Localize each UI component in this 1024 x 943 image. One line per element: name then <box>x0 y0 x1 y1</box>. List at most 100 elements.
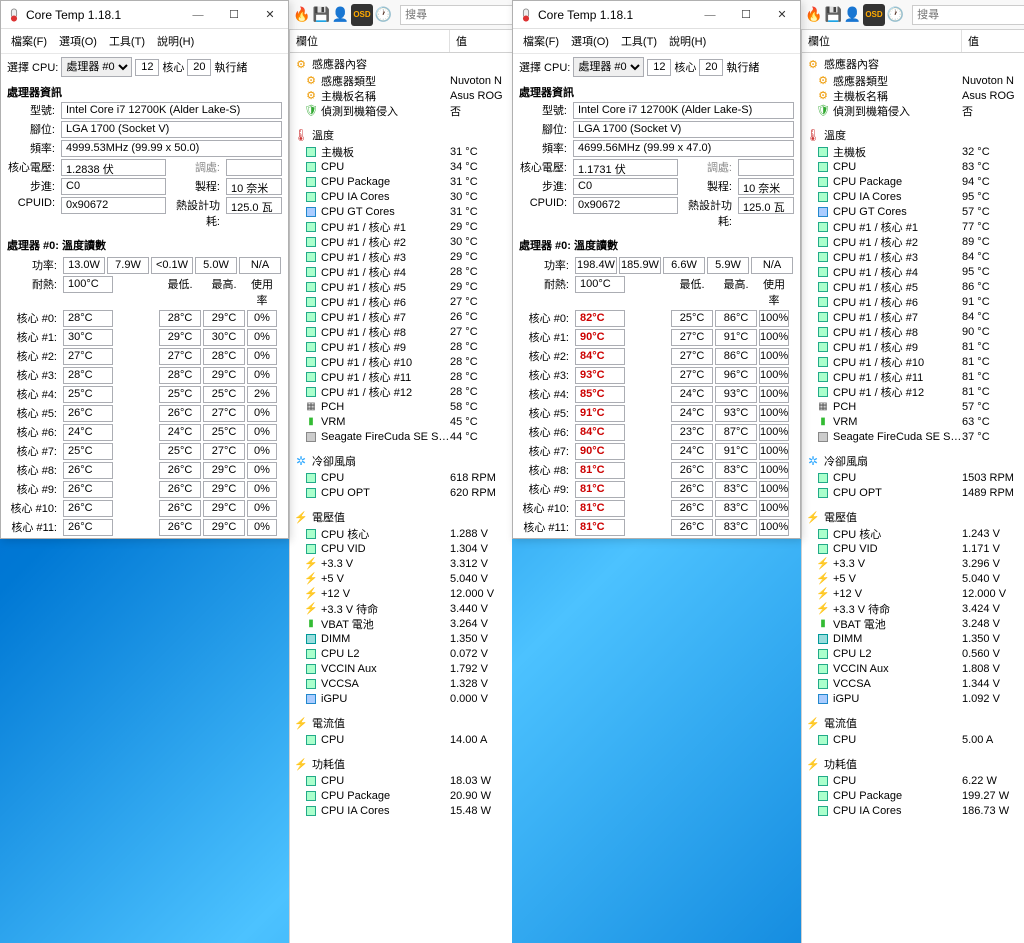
tree-item[interactable]: CPU Package31 °C <box>290 174 512 189</box>
tree-item[interactable]: CPU OPT1489 RPM <box>802 485 1024 500</box>
minimize-button[interactable]: — <box>692 2 728 28</box>
menu-file[interactable]: 檔案(F) <box>5 31 53 51</box>
tree-item[interactable]: CPU #1 / 核心 #1228 °C <box>290 384 512 399</box>
tree-item[interactable]: CPU IA Cores30 °C <box>290 189 512 204</box>
maximize-button[interactable]: ☐ <box>216 2 252 28</box>
tree-item[interactable]: CPU IA Cores15.48 W <box>290 803 512 818</box>
user-icon[interactable]: 👤 <box>332 4 349 26</box>
tree-item[interactable]: CPU #1 / 核心 #1181 °C <box>802 369 1024 384</box>
tree-item[interactable]: CPU #1 / 核心 #384 °C <box>802 249 1024 264</box>
tree-item[interactable]: CPU #1 / 核心 #329 °C <box>290 249 512 264</box>
close-button[interactable]: ✕ <box>764 2 800 28</box>
tree-item[interactable]: CPU 核心1.288 V <box>290 526 512 541</box>
section-sensor[interactable]: ⚙感應器內容 <box>290 55 512 73</box>
tree-item[interactable]: CPU #1 / 核心 #289 °C <box>802 234 1024 249</box>
tree-item[interactable]: CPU #1 / 核心 #1128 °C <box>290 369 512 384</box>
tree-item[interactable]: CPU #1 / 核心 #230 °C <box>290 234 512 249</box>
tree-item[interactable]: CPU #1 / 核心 #1081 °C <box>802 354 1024 369</box>
tree-item[interactable]: CPU #1 / 核心 #129 °C <box>290 219 512 234</box>
tree-item[interactable]: CPU Package94 °C <box>802 174 1024 189</box>
osd-icon[interactable]: OSD <box>351 4 372 26</box>
tree-item[interactable]: 主機板32 °C <box>802 144 1024 159</box>
section-volt[interactable]: ⚡電壓值 <box>290 508 512 526</box>
menu-file[interactable]: 檔案(F) <box>517 31 565 51</box>
tree-item[interactable]: CPU L20.072 V <box>290 646 512 661</box>
tree-item[interactable]: CPU Package20.90 W <box>290 788 512 803</box>
tree-item[interactable]: CPU #1 / 核心 #495 °C <box>802 264 1024 279</box>
section-temp[interactable]: 🌡溫度 <box>290 126 512 144</box>
tree-item[interactable]: ⚡+3.3 V 待命3.424 V <box>802 601 1024 616</box>
tree-item[interactable]: iGPU0.000 V <box>290 691 512 706</box>
tree-item[interactable]: ⚡+12 V12.000 V <box>290 586 512 601</box>
menu-help[interactable]: 說明(H) <box>151 31 200 51</box>
tree-item[interactable]: ⚡+5 V5.040 V <box>290 571 512 586</box>
tree-item[interactable]: CPU VID1.171 V <box>802 541 1024 556</box>
section-pow[interactable]: ⚡功耗值 <box>290 755 512 773</box>
tree-item[interactable]: ▮VBAT 電池3.248 V <box>802 616 1024 631</box>
tree-item[interactable]: CPU VID1.304 V <box>290 541 512 556</box>
tree-item[interactable]: CPU34 °C <box>290 159 512 174</box>
tree-item[interactable]: CPU #1 / 核心 #890 °C <box>802 324 1024 339</box>
tree-item[interactable]: CPU #1 / 核心 #177 °C <box>802 219 1024 234</box>
core-count[interactable] <box>647 59 671 76</box>
tree-item[interactable]: Seagate FireCuda SE SSD ZP...37 °C <box>802 429 1024 444</box>
tree-item[interactable]: CPU1503 RPM <box>802 470 1024 485</box>
tree-item[interactable]: ⚡+12 V12.000 V <box>802 586 1024 601</box>
tree-item[interactable]: ⚡+3.3 V 待命3.440 V <box>290 601 512 616</box>
save-disk-icon[interactable]: 💾 <box>312 4 329 26</box>
tree-item[interactable]: Seagate FireCuda SE SSD ZP...44 °C <box>290 429 512 444</box>
menu-tools[interactable]: 工具(T) <box>615 31 663 51</box>
tree-item[interactable]: CPU6.22 W <box>802 773 1024 788</box>
titlebar[interactable]: Core Temp 1.18.1 — ☐ ✕ <box>513 1 800 29</box>
tree-item[interactable]: CPU #1 / 核心 #981 °C <box>802 339 1024 354</box>
section-fan[interactable]: ✲冷卻風扇 <box>290 452 512 470</box>
tree-item[interactable]: CPU GT Cores31 °C <box>290 204 512 219</box>
tree-item[interactable]: 主機板31 °C <box>290 144 512 159</box>
tree-item[interactable]: 🛡偵測到機箱侵入否 <box>290 103 512 118</box>
tree-item[interactable]: DIMM1.350 V <box>290 631 512 646</box>
tree-item[interactable]: ▦PCH58 °C <box>290 399 512 414</box>
tree-item[interactable]: ⚙感應器類型Nuvoton N <box>290 73 512 88</box>
menu-tools[interactable]: 工具(T) <box>103 31 151 51</box>
section-amp[interactable]: ⚡電流值 <box>290 714 512 732</box>
menu-help[interactable]: 說明(H) <box>663 31 712 51</box>
tree-item[interactable]: CPU #1 / 核心 #1281 °C <box>802 384 1024 399</box>
tree-item[interactable]: CPU14.00 A <box>290 732 512 747</box>
tree-item[interactable]: VCCIN Aux1.792 V <box>290 661 512 676</box>
tree-item[interactable]: CPU #1 / 核心 #827 °C <box>290 324 512 339</box>
tree-item[interactable]: CPU18.03 W <box>290 773 512 788</box>
tree-item[interactable]: CPU #1 / 核心 #691 °C <box>802 294 1024 309</box>
section-amp[interactable]: ⚡電流值 <box>802 714 1024 732</box>
close-button[interactable]: ✕ <box>252 2 288 28</box>
cpu-select[interactable]: 處理器 #0 <box>61 57 132 77</box>
tree-item[interactable]: CPU #1 / 核心 #726 °C <box>290 309 512 324</box>
tree-item[interactable]: ▮VRM45 °C <box>290 414 512 429</box>
section-temp[interactable]: 🌡溫度 <box>802 126 1024 144</box>
tree-item[interactable]: CPU IA Cores95 °C <box>802 189 1024 204</box>
thread-count[interactable] <box>187 59 211 76</box>
clock-icon[interactable]: 🕐 <box>375 4 392 26</box>
tree-item[interactable]: DIMM1.350 V <box>802 631 1024 646</box>
menu-options[interactable]: 選項(O) <box>565 31 615 51</box>
section-fan[interactable]: ✲冷卻風扇 <box>802 452 1024 470</box>
titlebar[interactable]: Core Temp 1.18.1 — ☐ ✕ <box>1 1 288 29</box>
tree-item[interactable]: ⚙感應器類型Nuvoton N <box>802 73 1024 88</box>
tree-item[interactable]: ⚙主機板名稱Asus ROG <box>802 88 1024 103</box>
thread-count[interactable] <box>699 59 723 76</box>
tree-item[interactable]: ⚙主機板名稱Asus ROG <box>290 88 512 103</box>
clock-icon[interactable]: 🕐 <box>887 4 904 26</box>
user-icon[interactable]: 👤 <box>844 4 861 26</box>
section-sensor[interactable]: ⚙感應器內容 <box>802 55 1024 73</box>
tree-item[interactable]: CPU #1 / 核心 #784 °C <box>802 309 1024 324</box>
tree-item[interactable]: CPU5.00 A <box>802 732 1024 747</box>
tree-item[interactable]: CPU L20.560 V <box>802 646 1024 661</box>
tree-item[interactable]: ⚡+3.3 V3.296 V <box>802 556 1024 571</box>
tree-item[interactable]: CPU GT Cores57 °C <box>802 204 1024 219</box>
section-pow[interactable]: ⚡功耗值 <box>802 755 1024 773</box>
tree-item[interactable]: CPU #1 / 核心 #1028 °C <box>290 354 512 369</box>
tree-item[interactable]: CPU IA Cores186.73 W <box>802 803 1024 818</box>
tree-item[interactable]: CPU 核心1.243 V <box>802 526 1024 541</box>
search-input[interactable] <box>912 5 1024 25</box>
tree-item[interactable]: VCCSA1.328 V <box>290 676 512 691</box>
tree-item[interactable]: CPU83 °C <box>802 159 1024 174</box>
